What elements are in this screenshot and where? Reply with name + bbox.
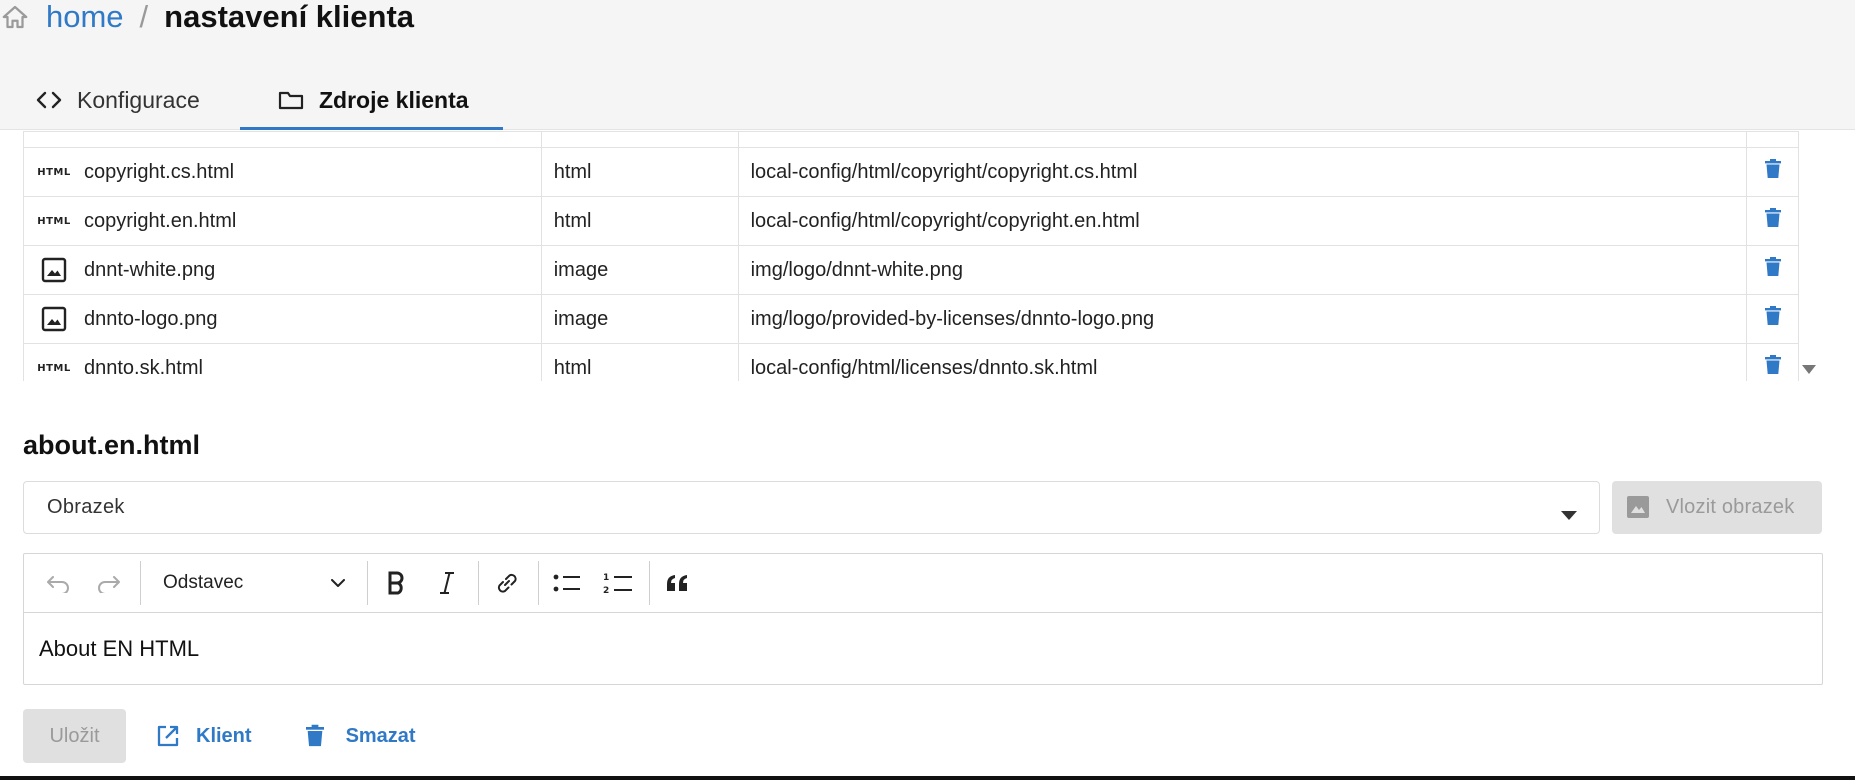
toolbar-divider [538,561,539,605]
table-row-partial[interactable] [23,131,1799,148]
image-icon [36,257,72,283]
client-button[interactable]: Klient [156,724,252,748]
top-header: home / nastavení klienta Konfigurace Zdr… [0,0,1855,130]
table-row[interactable]: dnnto-logo.png image img/logo/provided-b… [23,294,1799,344]
link-icon[interactable] [487,563,527,603]
numbered-list-icon[interactable]: 12 [598,563,638,603]
trash-icon[interactable] [1764,257,1781,282]
breadcrumb: home / nastavení klienta [0,0,414,34]
insert-image-label: Vlozit obrazek [1666,496,1795,518]
save-button[interactable]: Uložit [23,709,126,763]
trash-icon[interactable] [1764,159,1781,184]
table-row[interactable]: HTML dnnto.sk.html html local-config/htm… [23,343,1799,381]
file-type: image [540,245,739,295]
file-name: dnnt-white.png [84,258,216,281]
file-path: local-config/html/copyright/copyright.en… [737,196,1748,246]
file-path: img/logo/provided-by-licenses/dnnto-logo… [737,294,1748,344]
toolbar-divider [140,561,141,605]
scroll-down-arrow-icon[interactable] [1802,362,1816,374]
file-path: local-config/html/copyright/copyright.cs… [737,147,1748,197]
tab-label: Konfigurace [77,86,200,113]
external-link-icon [156,724,180,748]
tab-zdroje-klienta[interactable]: Zdroje klienta [240,70,503,130]
editor-content[interactable]: About EN HTML [24,613,1822,685]
undo-icon[interactable] [38,563,78,603]
bullet-list-icon[interactable] [547,563,587,603]
folder-icon [277,88,305,112]
selected-file-title: about.en.html [23,430,200,460]
rich-text-editor: Odstavec 12 About EN HTML [23,553,1823,685]
file-name: copyright.en.html [84,209,237,232]
redo-icon[interactable] [89,563,129,603]
image-select[interactable]: Obrazek [23,481,1600,534]
breadcrumb-home-link[interactable]: home [46,0,124,35]
italic-icon[interactable] [427,563,467,603]
tab-bar: Konfigurace Zdroje klienta [0,70,503,130]
file-type: html [540,147,739,197]
trash-icon[interactable] [1764,355,1781,380]
tab-label: Zdroje klienta [319,86,469,113]
delete-button[interactable]: Smazat [305,724,416,748]
file-name: dnnto.sk.html [84,356,203,379]
trash-icon [305,724,330,748]
svg-text:2: 2 [603,586,609,595]
breadcrumb-current: nastavení klienta [164,0,415,34]
tab-konfigurace[interactable]: Konfigurace [0,70,240,130]
trash-icon[interactable] [1764,306,1781,331]
table-row[interactable]: dnnt-white.png image img/logo/dnnt-white… [23,245,1799,295]
chevron-down-icon [331,572,345,594]
bottom-border [0,776,1855,780]
bold-icon[interactable] [376,563,416,603]
svg-text:1: 1 [603,573,609,583]
paragraph-style-value: Odstavec [163,572,244,593]
file-type: html [540,196,739,246]
file-name: dnnto-logo.png [84,307,218,330]
breadcrumb-separator: / [139,0,149,34]
client-button-label: Klient [196,724,252,747]
insert-image-button[interactable]: Vlozit obrazek [1612,481,1822,534]
paragraph-style-select[interactable]: Odstavec [149,563,359,603]
image-select-value: Obrazek [47,496,125,518]
action-bar: Uložit Klient Smazat [23,709,416,763]
file-name: copyright.cs.html [84,160,235,183]
toolbar-divider [649,561,650,605]
delete-button-label: Smazat [345,724,416,747]
image-icon [1626,495,1652,521]
home-icon[interactable] [0,2,30,32]
table-row[interactable]: HTML copyright.cs.html html local-config… [23,147,1799,197]
file-path: img/logo/dnnt-white.png [737,245,1748,295]
toolbar-divider [367,561,368,605]
resource-table[interactable]: HTML copyright.cs.html html local-config… [23,131,1799,381]
html-icon: HTML [37,215,71,227]
quote-icon[interactable] [658,563,698,603]
file-type: image [540,294,739,344]
file-path: local-config/html/licenses/dnnto.sk.html [737,343,1748,381]
table-row[interactable]: HTML copyright.en.html html local-config… [23,196,1799,246]
editor-toolbar: Odstavec 12 [24,554,1822,613]
html-icon: HTML [37,166,71,178]
image-icon [36,306,72,332]
code-icon [35,88,63,112]
trash-icon[interactable] [1764,208,1781,233]
html-icon: HTML [37,362,71,374]
file-type: html [540,343,739,381]
chevron-down-icon [1561,504,1577,520]
toolbar-divider [478,561,479,605]
